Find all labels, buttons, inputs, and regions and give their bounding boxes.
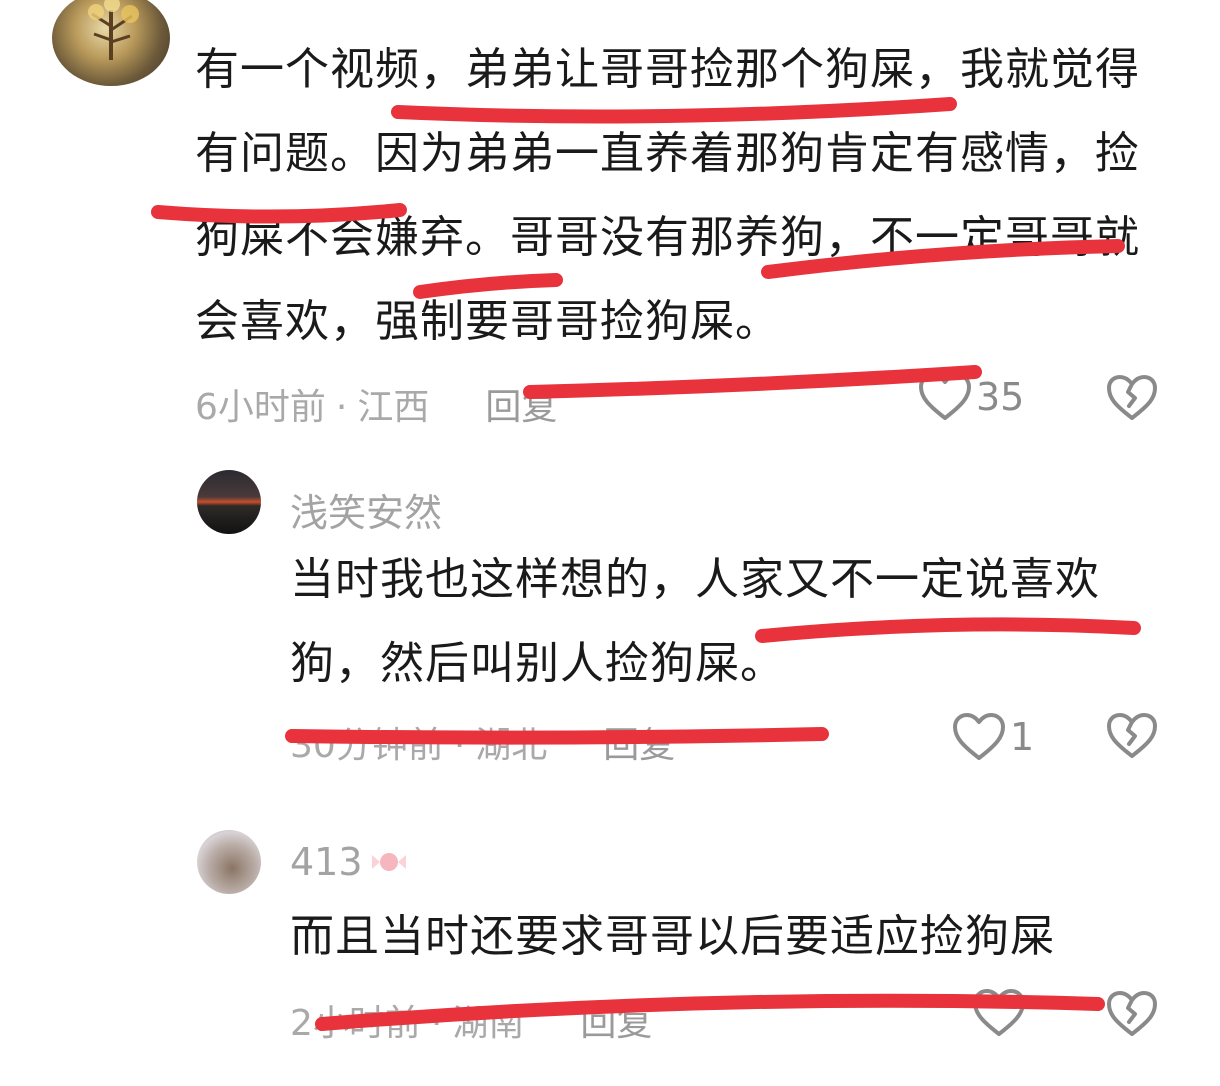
comment-location: 江西 bbox=[357, 387, 430, 428]
candy-icon bbox=[371, 853, 406, 871]
comment-meta: 6小时前 · 江西 回复 bbox=[195, 378, 557, 430]
avatar[interactable] bbox=[197, 470, 261, 534]
comment-text: 而且当时还要求哥哥以后要适应捡狗屎 bbox=[290, 911, 1055, 962]
broken-heart-icon bbox=[1107, 713, 1157, 758]
reply-button[interactable]: 回复 bbox=[485, 378, 557, 430]
username[interactable]: 浅笑安然 bbox=[290, 482, 442, 537]
heart-outline-icon bbox=[919, 373, 971, 420]
comment-location: 湖南 bbox=[452, 1003, 525, 1044]
heart-outline-icon bbox=[973, 989, 1025, 1036]
comment-location: 湖北 bbox=[475, 725, 548, 766]
like-count: 35 bbox=[976, 375, 1025, 419]
avatar[interactable] bbox=[197, 830, 261, 894]
dislike-button[interactable] bbox=[1106, 990, 1158, 1042]
like-button[interactable]: 35 bbox=[918, 372, 1024, 422]
heart-outline-icon bbox=[953, 713, 1005, 760]
username[interactable]: 413 bbox=[290, 840, 363, 884]
like-count: 1 bbox=[1010, 715, 1035, 759]
comment-text: 有一个视频，弟弟让哥哥捡那个狗屎，我就觉得有问题。因为弟弟一直养着那狗肯定有感情… bbox=[195, 44, 1140, 347]
comment-time: 6小时前 bbox=[195, 387, 326, 428]
broken-heart-icon bbox=[1107, 991, 1157, 1036]
like-button[interactable]: 1 bbox=[952, 712, 1034, 762]
dislike-button[interactable] bbox=[1106, 374, 1158, 426]
annotation-stroke bbox=[523, 365, 982, 399]
like-button[interactable] bbox=[972, 988, 1030, 1038]
broken-heart-icon bbox=[1107, 375, 1157, 420]
avatar[interactable] bbox=[52, 0, 170, 86]
comment-time: 2小时前 bbox=[290, 1003, 421, 1044]
dislike-button[interactable] bbox=[1106, 712, 1158, 764]
comment-text: 当时我也这样想的，人家又不一定说喜欢狗，然后叫别人捡狗屎。 bbox=[290, 554, 1100, 689]
reply-button[interactable]: 回复 bbox=[580, 994, 652, 1046]
comment-time: 30分钟前 bbox=[290, 725, 444, 766]
reply-button[interactable]: 回复 bbox=[603, 716, 675, 768]
username-row: 413 bbox=[290, 840, 411, 884]
comment-meta: 30分钟前 · 湖北 回复 bbox=[290, 716, 675, 768]
comment-meta: 2小时前 · 湖南 回复 bbox=[290, 994, 652, 1046]
